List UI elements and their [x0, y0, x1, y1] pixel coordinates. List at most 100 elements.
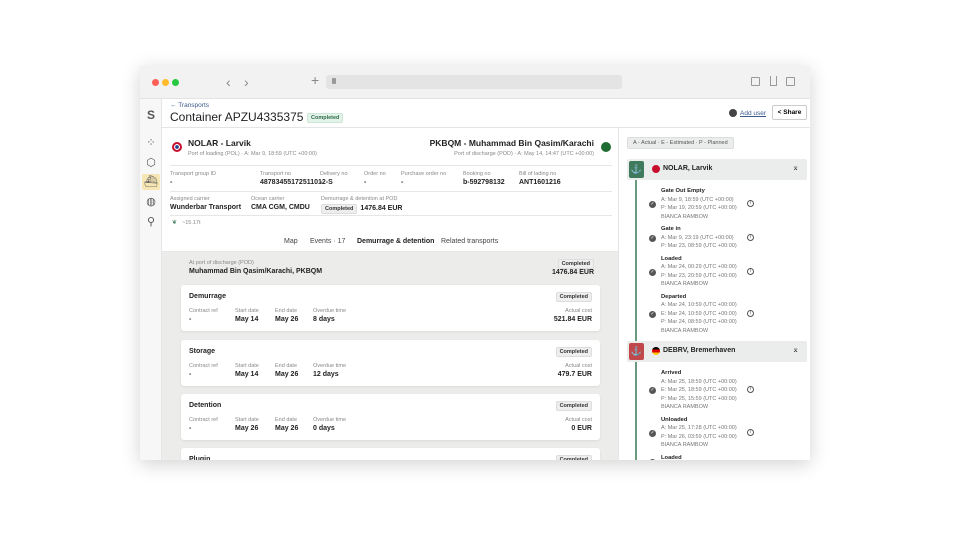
check-icon: ✓: [649, 201, 656, 208]
pod-status-badge: Completed: [557, 259, 594, 269]
field-label: End date: [275, 308, 298, 314]
field-label: Bill of lading no: [519, 171, 557, 177]
flag-icon: [652, 347, 660, 355]
divider: [170, 215, 612, 216]
field-value: 0 EUR: [571, 425, 592, 432]
dashboard-icon[interactable]: ⁘: [142, 135, 160, 151]
field-contract: Contract ref -: [189, 363, 218, 378]
field-label: Overdue time: [313, 417, 347, 423]
ship-icon[interactable]: ⛴: [142, 174, 160, 190]
event-name: Unloaded: [661, 416, 688, 423]
card-title: Plugin: [189, 456, 211, 460]
field-label: Transport group ID: [170, 171, 216, 177]
status-badge: Completed: [307, 113, 344, 123]
timeline-event: Gate Out Empty A: Mar 9, 18:59 (UTC +00:0…: [661, 187, 737, 221]
location-name: DEBRV, Bremerhaven: [663, 347, 736, 354]
event-detail: BIANCA RAMBOW: [661, 327, 709, 334]
field-actual-cost: Actual cost 479.7 EUR: [558, 363, 592, 378]
flag-icon: [652, 165, 660, 173]
globe-icon[interactable]: ◍: [142, 194, 160, 210]
timeline-legend: A - Actual · E - Estimated · P - Planned: [627, 137, 734, 149]
field-value-row: Completed 1476.84 EUR: [321, 204, 402, 214]
info-icon[interactable]: i: [747, 309, 754, 317]
timeline-event: Departed A: Mar 24, 10:59 (UTC +00:00) E: …: [661, 293, 737, 336]
timeline-line: [635, 168, 637, 460]
norway-flag-icon: [172, 142, 182, 152]
field-value: May 26: [235, 425, 259, 432]
field-label: Assigned carrier: [170, 196, 210, 202]
logo-icon[interactable]: S: [142, 107, 160, 123]
field-start: Start date May 14: [235, 308, 259, 323]
event-detail: BIANCA RAMBOW: [661, 442, 709, 448]
field-value-row: CMA CGM, CMDU: [251, 204, 310, 211]
timeline-section-0[interactable]: ⚓ NOLAR, Larvik ⌅: [627, 159, 807, 180]
breadcrumb-transports[interactable]: ← Transports: [170, 102, 209, 109]
location-pin-icon[interactable]: ⚲: [142, 214, 160, 230]
field-value: May 26: [275, 316, 299, 323]
field-value: -: [170, 179, 173, 186]
status-badge: Completed: [555, 292, 592, 302]
collapse-icon[interactable]: ⌅: [792, 163, 799, 172]
field-value: 521.84 EUR: [553, 316, 592, 323]
share-label: Share: [783, 109, 802, 116]
tab-demurrage-detention[interactable]: Demurrage & detention: [357, 238, 434, 245]
field-value: 12 days: [313, 371, 339, 378]
minimize-window-button[interactable]: [162, 79, 169, 86]
timeline-section-1[interactable]: ⚓ DEBRV, Bremerhaven ⌅: [627, 341, 807, 362]
field-demurrage-detention-at-pod: Demurrage & detention at POD Completed 147…: [321, 196, 402, 214]
event-detail: BIANCA RAMBOW: [661, 404, 709, 410]
card-title: Detention: [189, 402, 222, 409]
check-icon: ✓: [649, 234, 656, 242]
info-icon[interactable]: i: [747, 200, 754, 207]
address-bar[interactable]: [326, 75, 622, 89]
tab-events-17[interactable]: Events · 17: [310, 238, 345, 245]
timeline-event: Arrived A: Mar 25, 18:59 (UTC +00:00) E: M…: [661, 369, 737, 412]
check-icon: ✓: [649, 387, 656, 395]
field-value: Wunderbar Transport: [170, 204, 242, 211]
co2-emission: ~15.17t: [182, 220, 201, 226]
info-icon[interactable]: i: [747, 428, 754, 436]
box-icon[interactable]: ⬡: [142, 155, 160, 171]
new-tab-icon[interactable]: +: [311, 72, 319, 88]
field-label: Contract ref: [189, 417, 218, 423]
browser-window: ‹ › + S ⁘ ⬡ ⛴ ◍ ⚲ ← Transports Container…: [140, 66, 810, 460]
collapse-icon[interactable]: ⌅: [792, 345, 799, 354]
field-value: b-592798132: [463, 179, 505, 186]
field-contract: Contract ref -: [189, 308, 218, 323]
tab-map[interactable]: Map: [284, 238, 298, 245]
event-detail: A: Mar 9, 23:19 (UTC +00:00): [661, 234, 734, 241]
field-value: May 14: [235, 316, 259, 323]
info-icon[interactable]: i: [747, 233, 754, 241]
field-value: -: [189, 371, 192, 378]
cost-card-storage: Storage Completed Contract ref - Start date M…: [181, 340, 600, 386]
info-icon[interactable]: i: [747, 267, 754, 275]
status-badge: Completed: [321, 204, 358, 214]
info-icon[interactable]: i: [747, 386, 754, 394]
status-badge: Completed: [555, 455, 592, 460]
field-over: Overdue time 12 days: [313, 363, 346, 378]
leaf-icon: ❦: [172, 220, 178, 226]
event-timeline-panel: A - Actual · E - Estimated · P - Planned…: [618, 128, 810, 460]
event-name: Arrived: [661, 370, 682, 376]
share-button[interactable]: < Share: [772, 105, 807, 120]
share-page-icon[interactable]: [770, 76, 777, 86]
tab-related-transports[interactable]: Related transports: [441, 238, 498, 245]
tabs-overview-icon[interactable]: [786, 77, 795, 86]
sidebar-icon[interactable]: [751, 77, 760, 86]
field-value: -: [364, 179, 367, 186]
forward-icon[interactable]: ›: [244, 74, 249, 90]
pod-name: Muhammad Bin Qasim/Karachi, PKBQM: [189, 268, 323, 275]
back-icon[interactable]: ‹: [226, 74, 231, 90]
add-user-link[interactable]: Add user: [740, 110, 766, 117]
maximize-window-button[interactable]: [172, 79, 179, 86]
close-window-button[interactable]: [152, 79, 159, 86]
field-label: Start date: [235, 363, 259, 369]
field-value: -: [189, 425, 192, 432]
field-label: Actual cost: [565, 308, 592, 314]
field-value: May 26: [275, 371, 299, 378]
event-detail: P: Mar 26, 03:59 (UTC +00:00): [661, 433, 737, 440]
field-booking-no: Booking no b-592798132: [463, 171, 505, 186]
timeline-event: Gate in A: Mar 9, 23:19 (UTC +00:00) P: Ma…: [661, 225, 737, 251]
field-end: End date May 26: [275, 308, 298, 323]
field-label: Ocean carrier: [251, 196, 285, 202]
